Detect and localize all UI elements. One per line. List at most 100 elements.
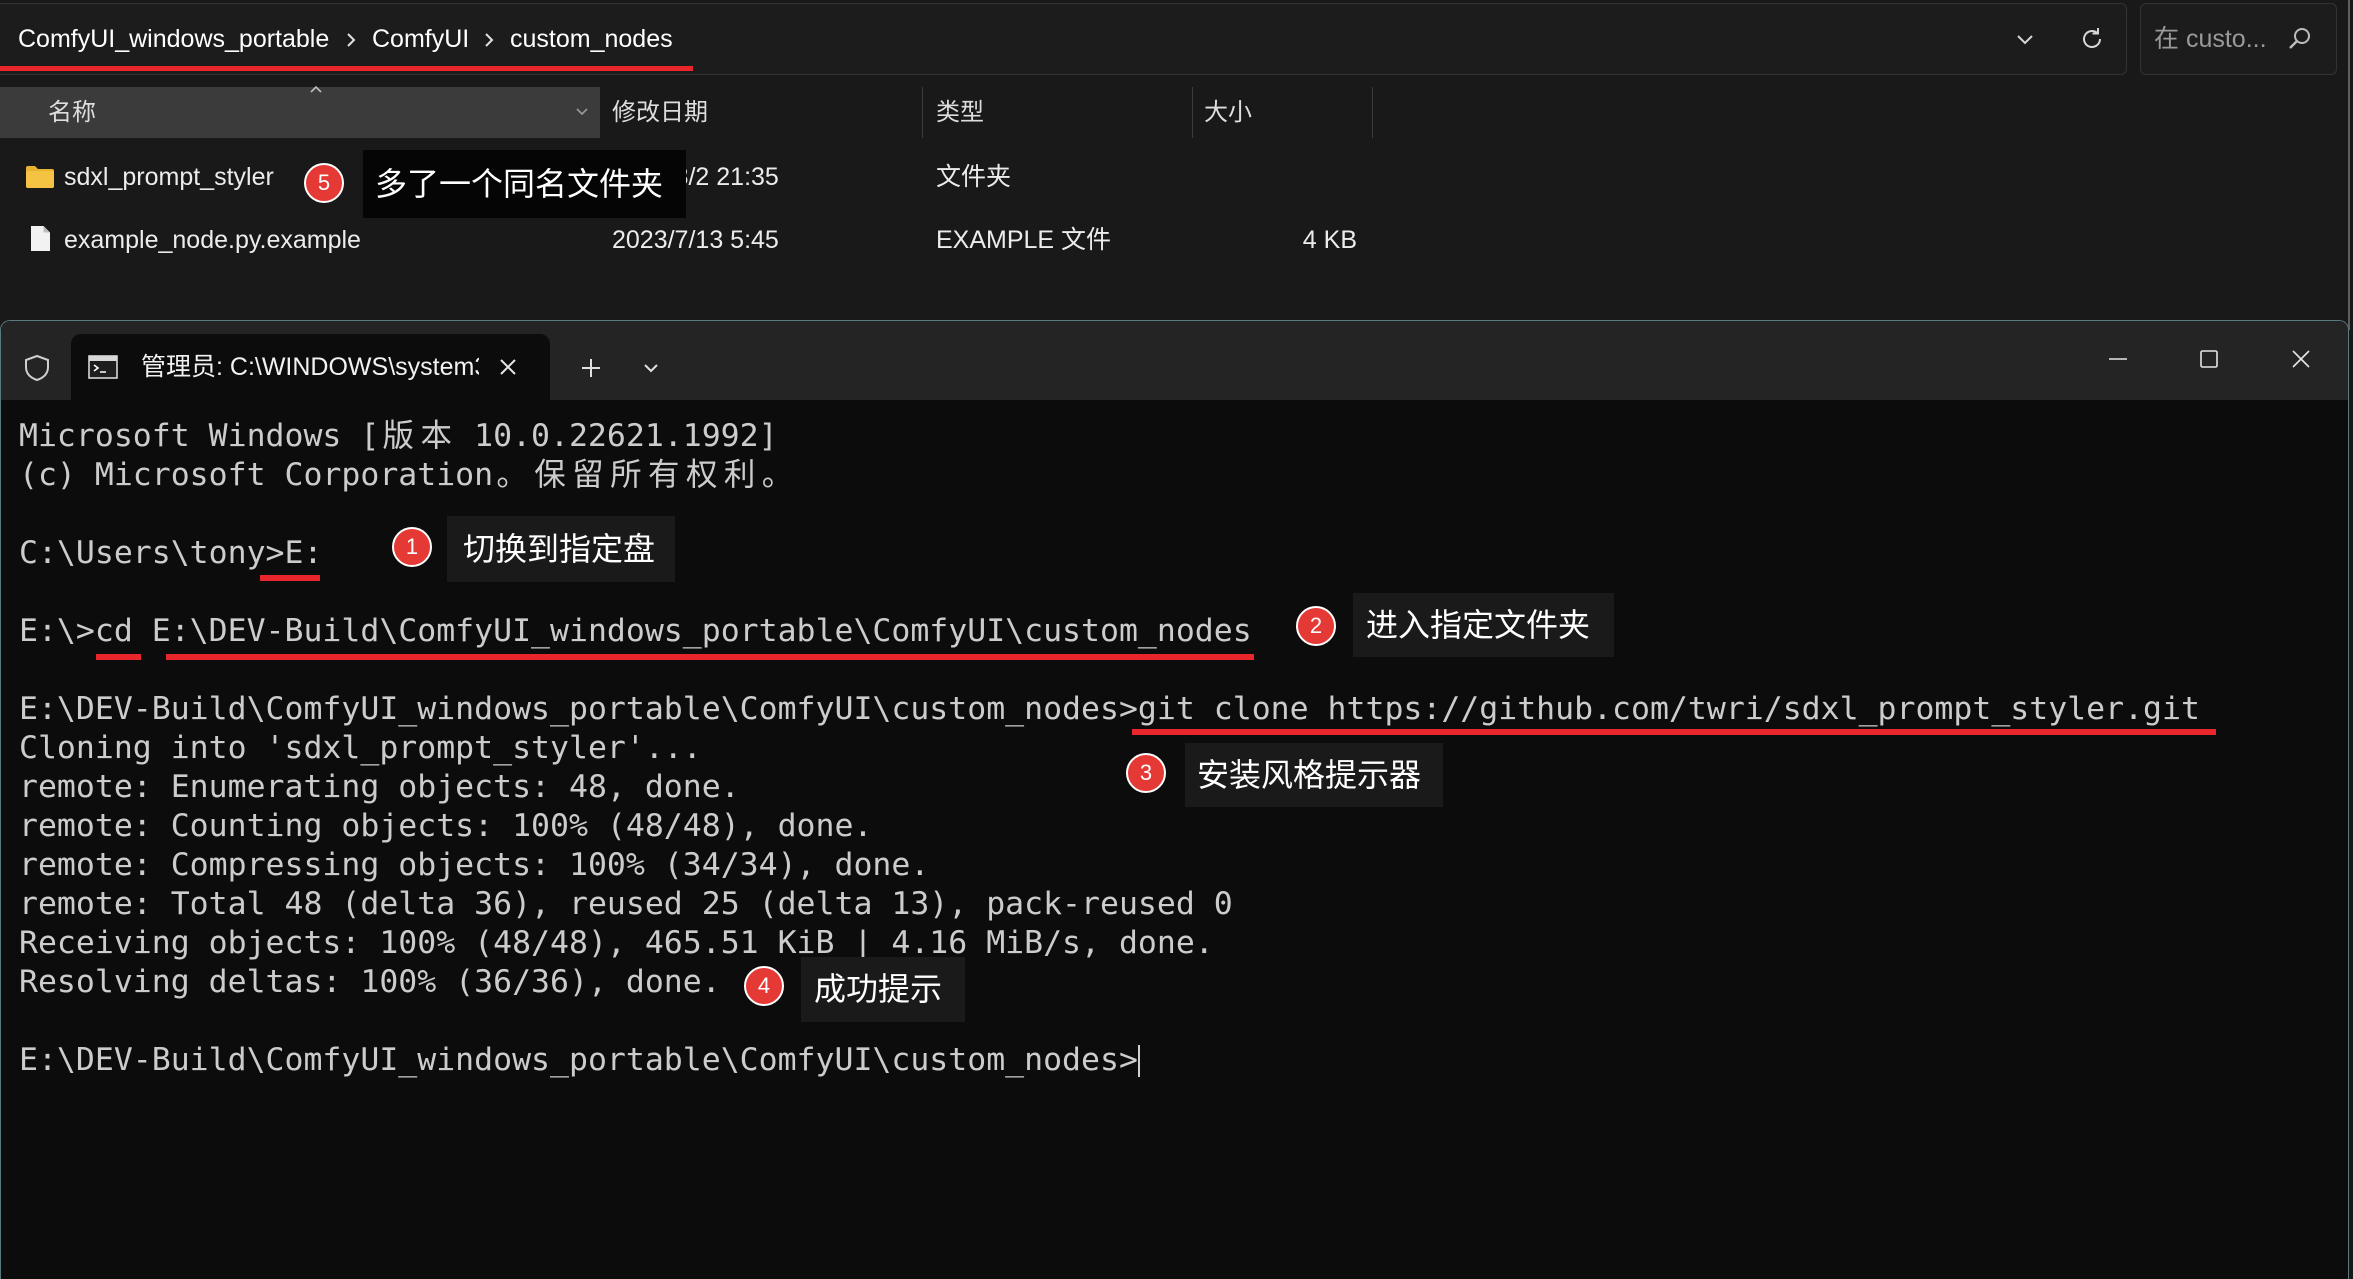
annotation-underline [96, 654, 141, 660]
column-divider[interactable] [1192, 87, 1193, 138]
terminal-line: Resolving deltas: 100% (36/36), done. [19, 963, 2200, 1002]
terminal-icon [88, 355, 118, 379]
minimize-icon [2109, 358, 2127, 360]
address-bar[interactable]: ComfyUI_windows_portable ComfyUI custom_… [0, 3, 2127, 75]
file-modified: 2023/7/13 5:45 [612, 226, 779, 254]
chevron-right-icon[interactable] [344, 31, 358, 49]
terminal-line-text: E:\>cd E:\DEV-Build\ComfyUI_windows_port… [19, 613, 1252, 649]
file-row[interactable]: example_node.py.example 2023/7/13 5:45 E… [0, 209, 1380, 271]
wide-char: 留 [572, 457, 604, 493]
tab-cmd[interactable]: 管理员: C:\WINDOWS\system3 [71, 334, 550, 400]
sort-ascending-icon [308, 84, 324, 94]
terminal-line: remote: Counting objects: 100% (48/48), … [19, 807, 2200, 846]
tab-close-button[interactable] [498, 357, 518, 377]
chevron-down-icon [644, 364, 658, 373]
terminal-prompt: E:\DEV-Build\ComfyUI_windows_portable\Co… [19, 1042, 1138, 1078]
terminal-line: C:\Users\tony>E: [19, 534, 2200, 573]
chevron-down-icon [2017, 35, 2033, 45]
annotation-underline [1132, 729, 2216, 735]
refresh-icon [2083, 28, 2101, 48]
terminal-line-text: Resolving deltas: 100% (36/36), done. [19, 964, 721, 1000]
annotation-label: 进入指定文件夹 [1353, 593, 1614, 657]
terminal-window: 管理员: C:\WINDOWS\system3 Microsoft Window… [0, 320, 2349, 1279]
minimize-button[interactable] [2107, 348, 2129, 370]
plus-icon [582, 359, 600, 377]
file-icon [30, 225, 51, 252]
terminal-line-text: remote: Total 48 (delta 36), reused 25 (… [19, 886, 1233, 922]
chevron-right-icon[interactable] [482, 31, 496, 49]
wide-char: 。 [496, 457, 528, 493]
wide-char: 权 [685, 457, 718, 493]
new-tab-button[interactable] [580, 357, 602, 379]
column-header-type[interactable]: 类型 [936, 87, 984, 138]
wide-char: 。 [761, 457, 794, 493]
text-cursor [1137, 1045, 1140, 1077]
terminal-output[interactable]: Microsoft Windows [版本 10.0.22621.1992] (… [1, 400, 2348, 1279]
folder-icon [25, 165, 55, 189]
breadcrumb-item-custom-nodes[interactable]: custom_nodes [510, 4, 673, 74]
column-header-size[interactable]: 大小 [1204, 87, 1252, 138]
column-dropdown-button[interactable] [572, 103, 592, 121]
file-name: sdxl_prompt_styler [64, 163, 274, 191]
terminal-line: remote: Total 48 (delta 36), reused 25 (… [19, 885, 2200, 924]
annotation-label: 多了一个同名文件夹 [363, 150, 686, 218]
wide-char: 所 [610, 457, 642, 493]
close-button[interactable] [2290, 348, 2312, 370]
terminal-prompt-line: E:\DEV-Build\ComfyUI_windows_portable\Co… [19, 1041, 2200, 1080]
close-icon [500, 359, 516, 375]
annotation-label: 安装风格提示器 [1185, 743, 1443, 807]
file-row[interactable]: sdxl_prompt_styler 2023/8/2 21:35 文件夹 [0, 146, 1380, 208]
tab-dropdown-button[interactable] [641, 359, 661, 377]
terminal-line: remote: Compressing objects: 100% (34/34… [19, 846, 2200, 885]
wide-char: 本 [420, 418, 452, 454]
terminal-line-text: Cloning into 'sdxl_prompt_styler'... [19, 730, 702, 766]
column-header-name[interactable]: 名称 [48, 87, 96, 138]
file-size [1204, 146, 1357, 208]
file-type: EXAMPLE 文件 [936, 226, 1112, 254]
column-header-modified[interactable]: 修改日期 [612, 87, 708, 138]
annotation-badge: 3 [1126, 753, 1166, 793]
annotation-badge: 4 [744, 966, 784, 1006]
search-placeholder: 在 custo... [2154, 25, 2267, 53]
refresh-button[interactable] [2078, 25, 2106, 53]
terminal-line: Microsoft Windows [版本 10.0.22621.1992] [19, 417, 2200, 456]
terminal-line-text: Microsoft Windows [版本 10.0.22621.1992] [19, 418, 778, 454]
wide-char: 保 [534, 457, 566, 493]
annotation-badge: 5 [304, 163, 344, 203]
maximize-button[interactable] [2198, 348, 2220, 370]
wide-char: 有 [648, 457, 680, 493]
annotation-badge: 1 [392, 527, 432, 567]
title-bar[interactable]: 管理员: C:\WINDOWS\system3 [1, 321, 2348, 400]
terminal-line-text: remote: Compressing objects: 100% (34/34… [19, 847, 930, 883]
search-icon[interactable] [2287, 26, 2313, 52]
terminal-line-text: Receiving objects: 100% (48/48), 465.51 … [19, 925, 1214, 961]
file-type: 文件夹 [936, 163, 1012, 191]
wide-char: 版 [382, 418, 415, 454]
terminal-line-text: (c) Microsoft Corporation。保留所有权利。 [19, 457, 797, 493]
file-name: example_node.py.example [64, 226, 361, 254]
annotation-underline [260, 575, 320, 581]
terminal-line-text: remote: Enumerating objects: 48, done. [19, 769, 740, 805]
terminal-line-text: remote: Counting objects: 100% (48/48), … [19, 808, 873, 844]
terminal-line: (c) Microsoft Corporation。保留所有权利。 [19, 456, 2200, 495]
column-divider[interactable] [1372, 87, 1373, 138]
file-explorer-window: ComfyUI_windows_portable ComfyUI custom_… [0, 0, 2350, 330]
address-history-button[interactable] [2013, 28, 2037, 52]
annotation-badge: 2 [1296, 606, 1336, 646]
shield-icon [22, 353, 52, 383]
breadcrumb-item-comfyui[interactable]: ComfyUI [372, 4, 469, 74]
terminal-line: remote: Enumerating objects: 48, done. [19, 768, 2200, 807]
terminal-line-text: C:\Users\tony>E: [19, 535, 323, 571]
terminal-text: Microsoft Windows [版本 10.0.22621.1992] (… [19, 417, 2200, 1080]
terminal-line-text: E:\DEV-Build\ComfyUI_windows_portable\Co… [19, 691, 2200, 727]
terminal-line: E:\>cd E:\DEV-Build\ComfyUI_windows_port… [19, 612, 2200, 651]
column-divider[interactable] [922, 87, 923, 138]
annotation-underline [0, 66, 693, 71]
annotation-underline [166, 654, 1254, 660]
breadcrumb-item-comfyui-windows-portable[interactable]: ComfyUI_windows_portable [18, 4, 329, 74]
close-icon [2292, 350, 2310, 368]
maximize-icon [2200, 350, 2218, 368]
search-input[interactable]: 在 custo... [2140, 3, 2337, 75]
